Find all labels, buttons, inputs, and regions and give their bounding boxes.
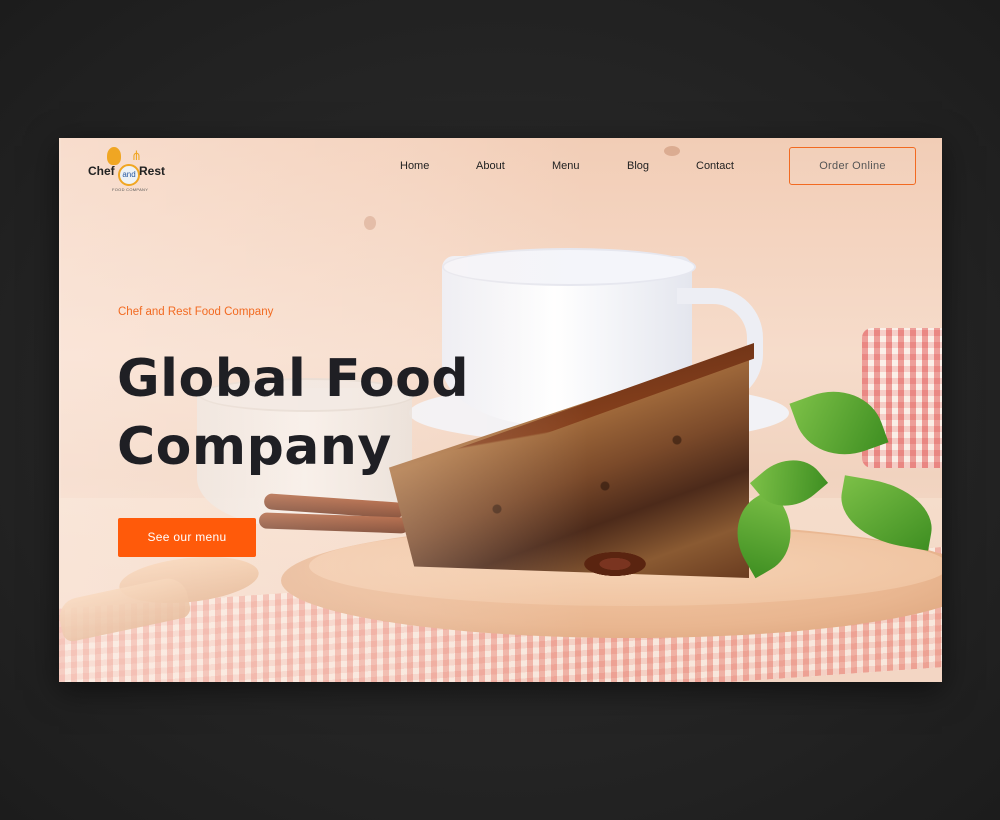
hero-subtitle: Chef and Rest Food Company — [118, 306, 274, 318]
nav-contact[interactable]: Contact — [696, 160, 734, 172]
hero-title-line1: Global Food — [117, 349, 470, 409]
logo-word-right: Rest — [139, 164, 166, 178]
spoon-icon — [107, 147, 121, 165]
hero-title-line2: Company — [117, 417, 392, 477]
nav-blog[interactable]: Blog — [627, 160, 649, 172]
landing-page-frame: ⋔ Chef and Rest FOOD COMPANY Home About … — [59, 138, 942, 682]
logo-tagline: FOOD COMPANY — [112, 187, 149, 192]
logo-badge: and — [118, 164, 140, 186]
order-online-button[interactable]: Order Online — [789, 147, 916, 185]
see-menu-button[interactable]: See our menu — [118, 518, 256, 557]
logo-word-left: Chef — [88, 164, 115, 178]
nav-home[interactable]: Home — [400, 160, 429, 172]
brand-logo[interactable]: ⋔ Chef and Rest FOOD COMPANY — [87, 147, 167, 193]
fork-icon: ⋔ — [131, 148, 142, 163]
nav-about[interactable]: About — [476, 160, 505, 172]
nav-menu[interactable]: Menu — [552, 160, 580, 172]
hero-title: Global Food Company — [117, 345, 537, 481]
